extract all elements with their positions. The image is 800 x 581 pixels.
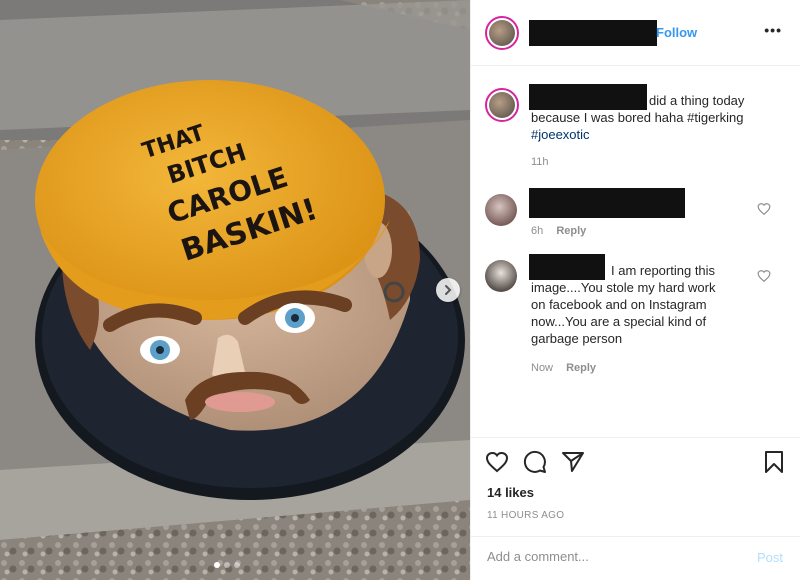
caption-meta: 11h — [531, 156, 549, 168]
commenter-avatar[interactable] — [485, 194, 517, 226]
author-avatar[interactable] — [485, 15, 519, 50]
comment-time: 6h — [531, 225, 544, 237]
follow-button[interactable]: Follow — [656, 25, 697, 40]
hashtag-link[interactable]: #joeexotic — [531, 126, 791, 143]
more-options-icon[interactable]: ••• — [764, 22, 782, 38]
post-header: Follow ••• — [471, 0, 800, 66]
post-comment-button[interactable]: Post — [757, 550, 783, 565]
heart-icon[interactable] — [757, 202, 771, 216]
next-image-button[interactable] — [436, 278, 460, 302]
redacted-username — [529, 20, 657, 46]
comment-icon[interactable] — [523, 450, 547, 474]
comment-line: I am reporting this — [611, 263, 716, 278]
carousel-dot — [224, 562, 230, 568]
caption-author-avatar[interactable] — [485, 88, 519, 122]
caption-line: because I was bored haha #tigerking — [531, 110, 744, 125]
comment-time: Now — [531, 362, 554, 374]
add-comment-bar: Post — [471, 536, 800, 581]
cake-photo-illustration: THAT BITCH CAROLE BASKIN! — [0, 0, 470, 580]
caption-line: did a thing today — [649, 93, 745, 108]
carousel-dot — [234, 562, 240, 568]
heart-icon[interactable] — [485, 450, 509, 474]
carousel-dots — [214, 562, 240, 568]
reply-button[interactable]: Reply — [556, 225, 586, 237]
comment-meta: Now Reply — [531, 362, 596, 374]
likes-count[interactable]: 14 likes — [487, 485, 534, 500]
comment-line: garbage person — [531, 331, 623, 346]
post-photo[interactable]: THAT BITCH CAROLE BASKIN! — [0, 0, 470, 580]
instagram-post-frame: THAT BITCH CAROLE BASKIN! Follow ••• did… — [0, 0, 800, 580]
bookmark-icon[interactable] — [763, 450, 785, 474]
caption-line-hashtags: because I was bored haha #tigerking — [531, 109, 791, 126]
caption-text: did a thing today because I was bored ha… — [531, 92, 791, 143]
commenter-avatar[interactable] — [485, 260, 517, 292]
post-timestamp: 11 HOURS AGO — [487, 510, 565, 521]
comment-text: I am reporting this image....You stole m… — [531, 262, 761, 347]
post-actions-section: 14 likes 11 HOURS AGO Post — [471, 437, 800, 580]
comment-input[interactable] — [487, 549, 737, 564]
post-side-panel: Follow ••• did a thing today because I w… — [470, 0, 800, 580]
comment-time: 11h — [531, 156, 549, 168]
comment-line: on facebook and on Instagram — [531, 297, 707, 312]
comment-meta: 6h Reply — [531, 225, 586, 237]
comment-line: image....You stole my hard work — [531, 280, 716, 295]
comment-line: now...You are a special kind of — [531, 314, 707, 329]
reply-button[interactable]: Reply — [566, 362, 596, 374]
chevron-right-icon — [445, 285, 452, 295]
share-icon[interactable] — [561, 450, 585, 474]
heart-icon[interactable] — [757, 269, 771, 283]
action-bar — [485, 450, 585, 474]
redacted-comment — [529, 188, 685, 218]
carousel-dot — [214, 562, 220, 568]
